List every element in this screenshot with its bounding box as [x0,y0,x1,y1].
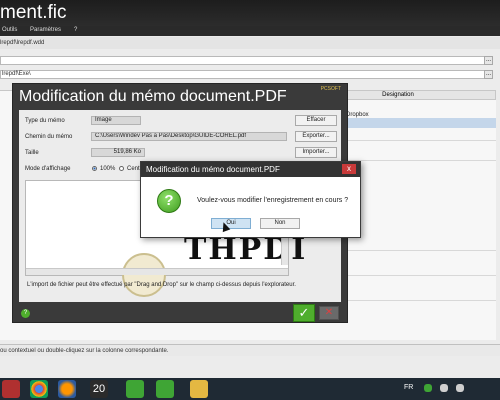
import-button[interactable]: Importer... [295,147,337,158]
display-mode-label: Mode d'affichage [25,166,71,172]
menu-item-help[interactable]: ? [74,27,77,33]
type-label: Type du mémo [25,118,65,124]
empty-field[interactable] [0,56,490,65]
help-icon[interactable]: ? [21,309,30,318]
type-field: Image [91,116,141,125]
tray-icon[interactable] [424,384,432,392]
clear-button[interactable]: Effacer [295,115,337,126]
no-button[interactable]: Non [260,218,300,229]
menu-item-parametres[interactable]: Paramètres [30,27,61,33]
active-app-icon[interactable] [190,380,208,398]
preview-image-text: THPDI [184,232,308,267]
preview-image-circle [122,253,166,297]
confirm-title-bar: Modification du mémo document.PDF x [141,162,360,177]
radio-100-label: 100% [100,166,116,172]
path-field: C:\Users\Windev Pas a Pas\Desktop\GUIDE-… [91,132,287,141]
confirm-title: Modification du mémo document.PDF [146,165,280,174]
question-mark: ? [164,192,174,209]
language-indicator[interactable]: FR [404,384,413,391]
yes-button[interactable]: Oui [211,218,251,229]
pcsoft-logo: PCSOFT [320,86,341,92]
browse-button-exe[interactable]: ... [484,70,493,79]
chrome-icon[interactable] [30,380,48,398]
app-title: ment.fic [0,2,67,23]
validate-button[interactable]: ✓ [293,304,315,322]
dialog-title: Modification du mémo document.PDF [19,88,287,105]
menu-item-outils[interactable]: Outils [2,27,17,33]
close-button[interactable]: x [342,164,356,174]
volume-icon[interactable] [456,384,464,392]
windows-start-icon[interactable] [2,380,20,398]
menu-bar: Outils Paramètres ? [0,26,500,36]
confirm-message: Voulez-vous modifier l'enregistrement en… [197,197,349,204]
firefox-icon[interactable] [58,380,76,398]
size-field: 519,86 Ko [91,148,145,157]
radio-centre[interactable] [119,166,124,171]
exe-path-field[interactable]: lrepdf\Exe\ [0,70,490,79]
app-title-bar: ment.fic [0,0,500,26]
project-path-bar: lrepdf\lrepdf.wdd [0,37,500,49]
confirm-dialog: Modification du mémo document.PDF x ? Vo… [140,161,361,238]
horizontal-scrollbar[interactable] [26,268,288,275]
drag-drop-hint: L'import de fichier peut être effectué p… [27,282,296,288]
path-label: Chemin du mémo [25,134,73,140]
size-label: Taille [25,150,39,156]
camtasia-recorder-icon[interactable] [156,380,174,398]
status-text: ou contextuel ou double-cliquez sur la c… [0,348,169,354]
browse-button-top[interactable]: ... [484,56,493,65]
network-icon[interactable] [440,384,448,392]
radio-100-percent[interactable] [92,166,97,171]
camtasia-icon[interactable] [126,380,144,398]
question-icon: ? [157,189,181,213]
export-button[interactable]: Exporter... [295,131,337,142]
status-bar: ou contextuel ou double-cliquez sur la c… [0,344,500,356]
windev-20-icon[interactable]: 20 [90,380,108,398]
dialog-footer: ? ✓ ✕ [19,304,341,322]
cancel-button[interactable]: ✕ [319,306,339,320]
taskbar: 20 FR [0,378,500,400]
project-path: lrepdf\lrepdf.wdd [0,40,45,46]
